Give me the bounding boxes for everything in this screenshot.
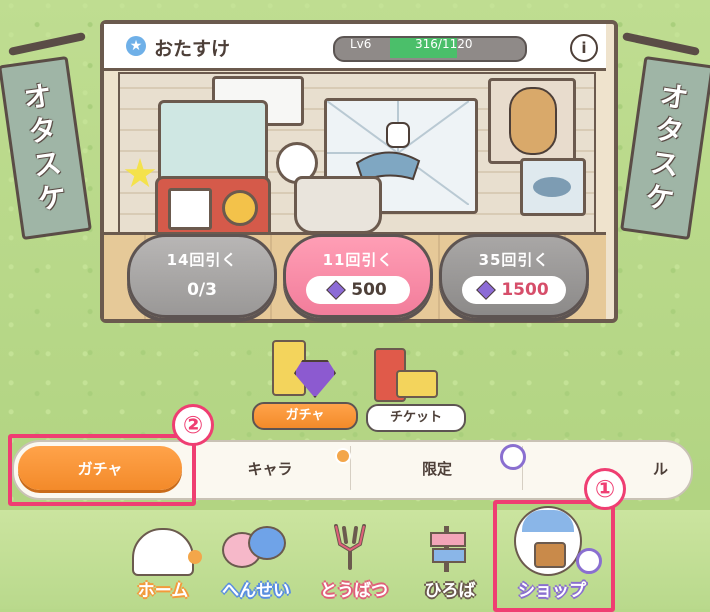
signpost-icon[interactable] xyxy=(426,526,466,572)
draw-11-price: 500 xyxy=(306,275,410,304)
left-banner-char: ケ xyxy=(35,179,69,217)
nav-formation-label[interactable]: へんせい xyxy=(208,576,304,601)
page-title: おたすけ xyxy=(154,38,231,60)
tab-chara[interactable]: キャラ xyxy=(190,446,351,490)
nav-home-label[interactable]: ホーム xyxy=(118,576,208,601)
right-banner-char: ス xyxy=(648,146,681,183)
capsule-basket xyxy=(294,176,382,234)
level-progress-text: 316/1120 xyxy=(415,37,473,51)
category-ticket-button[interactable]: チケット xyxy=(366,404,466,432)
draw-14-value: 0/3 xyxy=(187,279,217,300)
draw-35-price: 1500 xyxy=(462,275,566,304)
star-icon: ★ xyxy=(126,36,146,56)
gacha-machine-glass xyxy=(158,100,268,186)
draw-35-value: 1500 xyxy=(501,279,549,300)
gacha-machine-knob xyxy=(222,190,258,226)
category-gacha-button[interactable]: ガチャ xyxy=(252,402,358,430)
draw-14-button[interactable]: 14回引く 0/3 xyxy=(127,234,277,318)
tab-limited[interactable]: 限定 xyxy=(352,446,523,490)
gem-icon xyxy=(476,279,497,300)
ticket-category-icon[interactable] xyxy=(370,346,440,402)
notification-dot xyxy=(335,448,351,464)
right-banner-char: タ xyxy=(653,112,686,149)
wall-poster-face xyxy=(488,78,576,164)
callout-step-1: ① xyxy=(584,468,626,510)
draw-35-label: 35回引く xyxy=(478,250,550,269)
draw-14-count: 0/3 xyxy=(150,276,254,304)
gacha-machine-slot xyxy=(168,188,212,230)
timer-icon xyxy=(500,444,526,470)
draw-11-value: 500 xyxy=(351,279,387,300)
tutorial-highlight-tab xyxy=(8,434,196,506)
draw-11-label: 11回引く xyxy=(322,250,394,269)
tutorial-highlight-shop xyxy=(493,500,615,612)
wall-poster-shark xyxy=(520,158,586,216)
left-banner-char: ス xyxy=(31,146,64,183)
gem-icon xyxy=(326,279,347,300)
right-banner-char: ケ xyxy=(643,179,677,217)
fork-icon[interactable] xyxy=(330,522,370,570)
home-notification-dot xyxy=(188,550,202,564)
nav-plaza-label[interactable]: ひろば xyxy=(408,576,492,601)
formation-icon-2 xyxy=(248,526,286,560)
nav-battle-label[interactable]: とうばつ xyxy=(306,576,402,601)
left-banner-char: オ xyxy=(21,78,54,116)
left-banner-char: タ xyxy=(26,112,59,149)
right-banner-char: オ xyxy=(657,78,691,116)
draw-11-button[interactable]: 11回引く 500 xyxy=(283,234,433,318)
callout-step-2: ② xyxy=(172,404,214,446)
level-label: Lv6 xyxy=(350,37,372,51)
info-button[interactable]: i xyxy=(570,34,598,62)
draw-14-label: 14回引く xyxy=(166,250,238,269)
draw-35-button[interactable]: 35回引く 1500 xyxy=(439,234,589,318)
gacha-category-icon[interactable] xyxy=(268,336,338,398)
